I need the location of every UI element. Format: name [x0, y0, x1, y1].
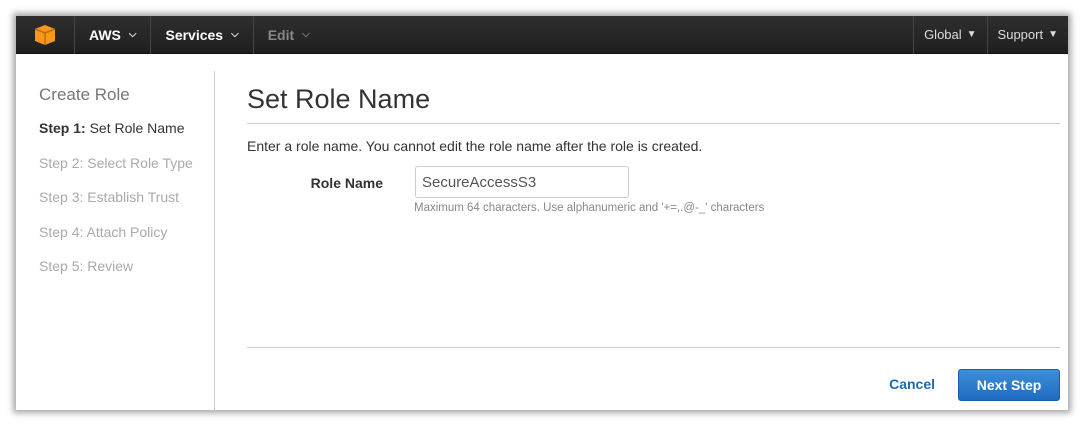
- caret-down-icon: ▼: [1048, 29, 1058, 40]
- step-3: Step 3: Establish Trust: [39, 189, 180, 205]
- step-1: Step 1: Set Role Name: [39, 120, 214, 155]
- aws-menu[interactable]: AWS ⌵: [75, 16, 152, 54]
- aws-label: AWS: [89, 26, 121, 43]
- step-5: Step 5: Review: [39, 258, 134, 274]
- step-2: Step 2: Select Role Type: [39, 154, 193, 171]
- page-title: Set Role Name: [247, 84, 1060, 124]
- edit-label: Edit: [267, 26, 295, 43]
- global-label: Global: [924, 27, 962, 42]
- services-label: Services: [165, 26, 224, 43]
- intro-text: Enter a role name. You cannot edit the r…: [247, 138, 703, 154]
- footer-divider: [247, 347, 1060, 348]
- aws-logo[interactable]: [16, 16, 75, 54]
- caret-down-icon: ▼: [966, 29, 977, 40]
- window: AWS ⌵ Services ⌵ Edit ⌵ Global ▼ Support ▼ Cr…: [16, 16, 1068, 410]
- step-prefix: Step 1:: [39, 120, 86, 136]
- global-menu[interactable]: Global ▼: [913, 16, 986, 54]
- services-menu[interactable]: Services ⌵: [151, 16, 254, 54]
- edit-menu[interactable]: Edit ⌵: [254, 16, 324, 54]
- role-name-input[interactable]: [415, 166, 629, 198]
- chevron-down-icon: ⌵: [231, 29, 239, 40]
- chevron-down-icon: ⌵: [128, 29, 137, 40]
- chevron-down-icon: ⌵: [302, 29, 310, 40]
- top-nav: AWS ⌵ Services ⌵ Edit ⌵ Global ▼ Support ▼: [16, 16, 1068, 54]
- step-4: Step 4: Attach Policy: [39, 223, 168, 240]
- next-step-button[interactable]: Next Step: [958, 369, 1060, 401]
- sidebar-title: Create Role: [39, 85, 130, 104]
- main-panel: Set Role Name Enter a role name. You can…: [247, 71, 1060, 410]
- cube-icon: [34, 24, 56, 45]
- role-name-label: Role Name: [310, 175, 383, 191]
- wizard-sidebar: Create Role Step 1: Set Role Name Step 2…: [16, 71, 215, 410]
- support-menu[interactable]: Support ▼: [986, 16, 1068, 54]
- role-name-hint: Maximum 64 characters. Use alphanumeric …: [414, 202, 765, 214]
- step-label: Set Role Name: [85, 120, 185, 136]
- support-label: Support: [997, 27, 1044, 42]
- cancel-link[interactable]: Cancel: [889, 376, 935, 392]
